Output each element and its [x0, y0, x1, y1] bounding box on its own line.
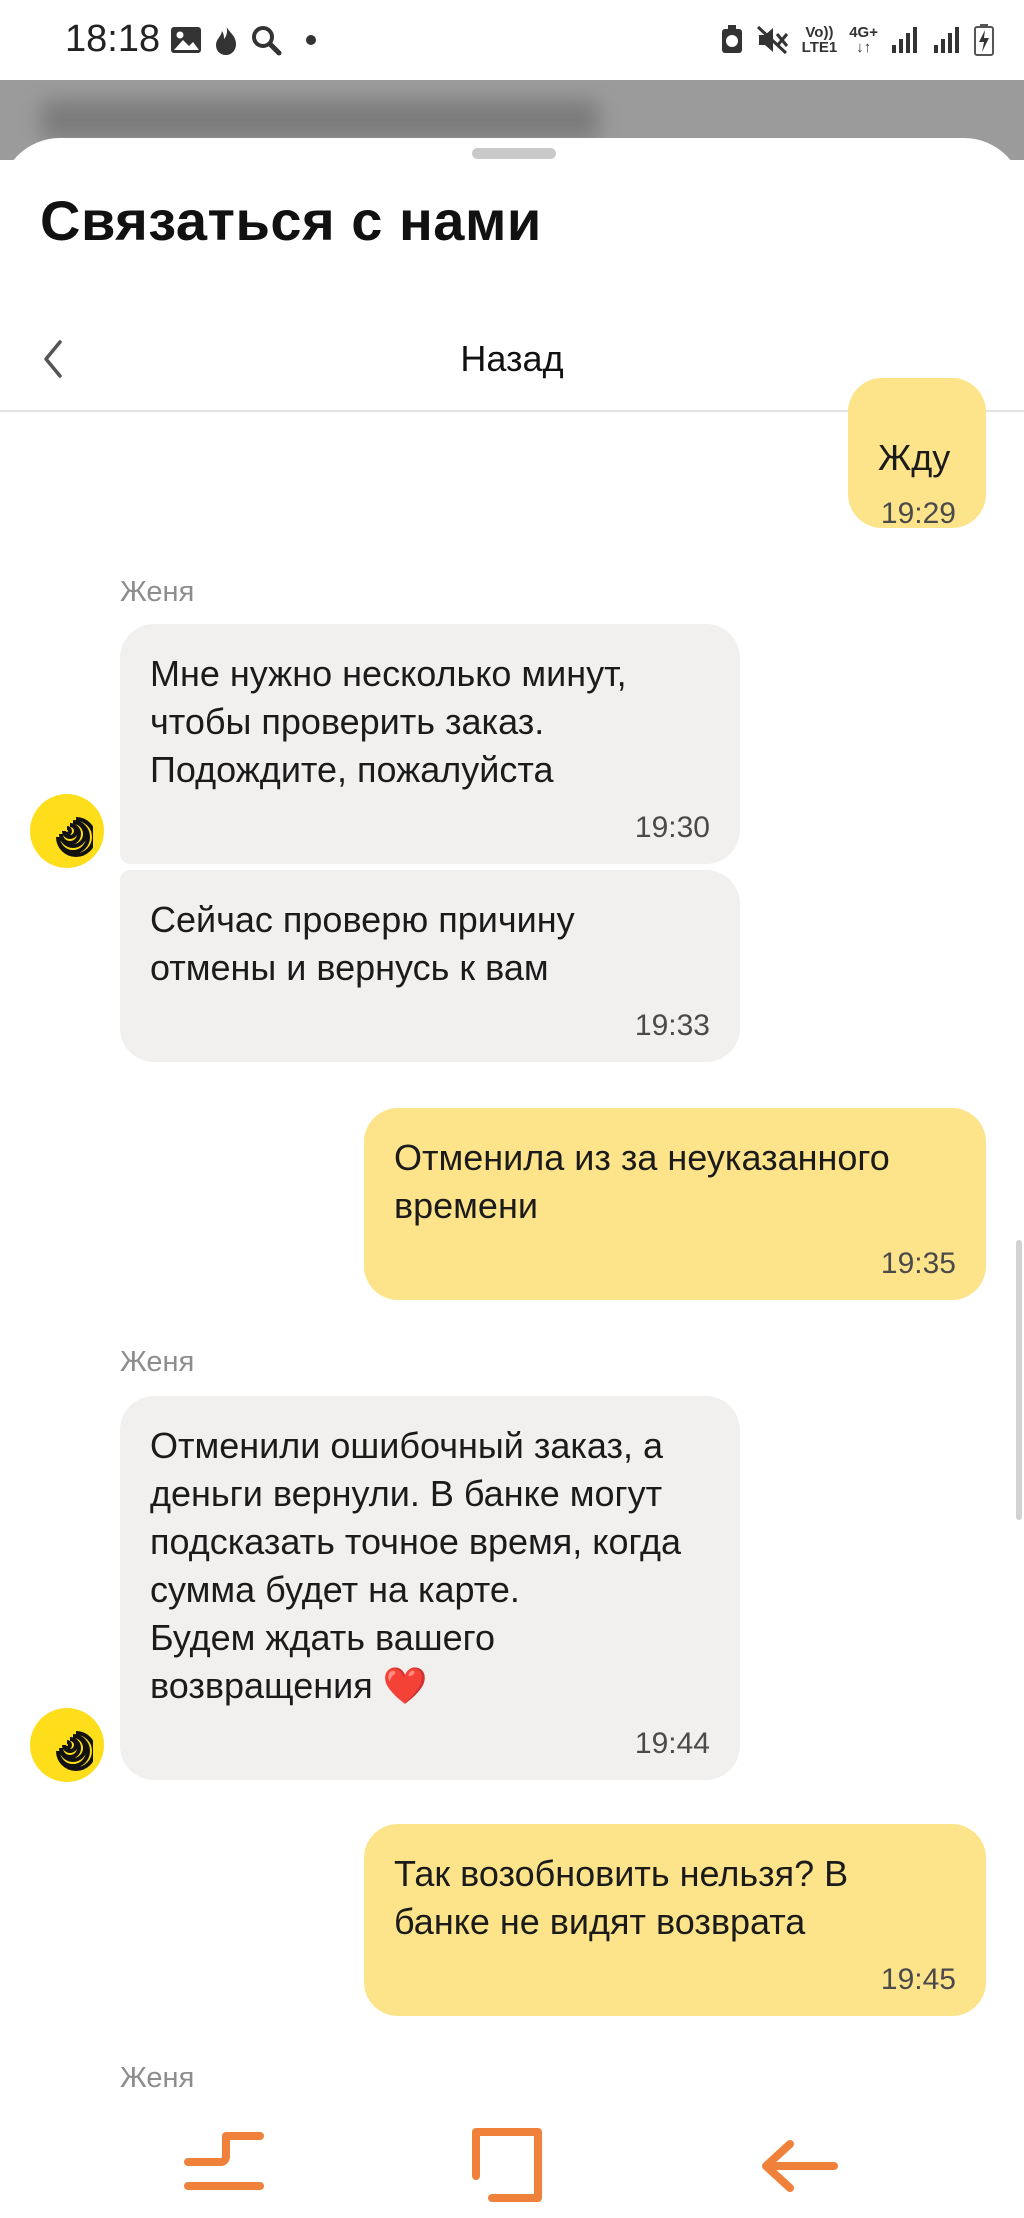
- message-text: Отменили ошибочный заказ, а деньги верну…: [150, 1425, 681, 1706]
- dot-icon: [306, 35, 316, 45]
- sender-name: Женя: [120, 2062, 195, 2094]
- volte-icon: Vo)) LTE1: [801, 24, 838, 56]
- mute-icon: [756, 25, 788, 55]
- support-avatar: [30, 794, 104, 868]
- system-navigation-bar: [0, 2094, 1024, 2218]
- message-time: 19:33: [634, 1009, 710, 1042]
- gallery-icon: [171, 27, 201, 53]
- spiral-logo-icon: [56, 1731, 93, 1771]
- scrollbar[interactable]: [1016, 1240, 1022, 1520]
- outgoing-message[interactable]: Жду 19:29: [848, 378, 986, 530]
- fire-icon: [216, 25, 236, 55]
- message-text: Мне нужно несколько минут, чтобы провери…: [150, 653, 627, 790]
- message-time: 19:45: [880, 1963, 956, 1996]
- message-text: Отменила из за неуказанного времени: [394, 1137, 890, 1226]
- message-time: 19:30: [634, 811, 710, 844]
- outgoing-message[interactable]: Так возобновить нельзя? В банке не видят…: [364, 1824, 986, 2016]
- search-icon: [252, 26, 282, 56]
- recents-icon[interactable]: [180, 2124, 270, 2204]
- alarm-icon: [721, 25, 742, 53]
- incoming-message[interactable]: Отменили ошибочный заказ, а деньги верну…: [120, 1396, 740, 1780]
- message-time: 19:29: [880, 497, 956, 530]
- sender-name: Женя: [120, 1346, 195, 1378]
- spiral-logo-icon: [56, 817, 93, 857]
- back-button[interactable]: Назад: [0, 338, 1024, 380]
- notification-icons: [170, 20, 316, 60]
- incoming-message[interactable]: Сейчас проверю причину отмены и вернусь …: [120, 870, 740, 1062]
- status-bar: 18:18 Vo)) LTE1 4G+ ↓↑: [0, 0, 1024, 80]
- home-icon[interactable]: [462, 2124, 552, 2204]
- 4g-icon: 4G+ ↓↑: [849, 24, 878, 56]
- back-arrow-icon[interactable]: [754, 2124, 844, 2204]
- signal-icon: [892, 27, 917, 53]
- message-text: Так возобновить нельзя? В банке не видят…: [394, 1853, 849, 1942]
- status-time: 18:18: [65, 18, 161, 60]
- message-text: Сейчас проверю причину отмены и вернусь …: [150, 899, 575, 988]
- sheet-grabber[interactable]: [472, 148, 556, 159]
- support-avatar: [30, 1708, 104, 1782]
- message-time: 19:44: [634, 1727, 710, 1760]
- network-type-label: 4G+: [849, 24, 878, 41]
- outgoing-message[interactable]: Отменила из за неуказанного времени 19:3…: [364, 1108, 986, 1300]
- sender-name: Женя: [120, 576, 195, 608]
- message-text: Жду: [878, 437, 951, 478]
- incoming-message[interactable]: Мне нужно несколько минут, чтобы провери…: [120, 624, 740, 864]
- sheet-title: Связаться с нами: [40, 189, 542, 252]
- blurred-background-content: [40, 100, 600, 140]
- contact-sheet: Связаться с нами Назад Жду 19:29 Женя Мн…: [0, 138, 1024, 2218]
- system-icons: Vo)) LTE1 4G+ ↓↑: [720, 20, 994, 60]
- battery-charging-icon: [974, 24, 994, 56]
- message-time: 19:35: [880, 1247, 956, 1280]
- signal-icon: [934, 27, 959, 53]
